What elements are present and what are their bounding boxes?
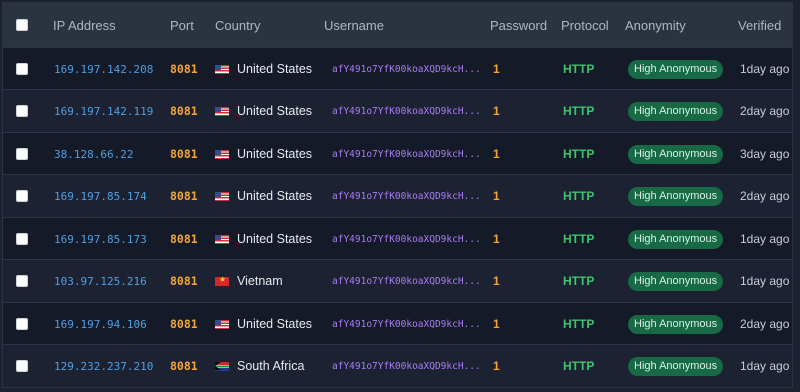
table-row[interactable]: 129.232.237.210 8081 South Africa afY491o7Y… bbox=[3, 344, 792, 387]
ip-address[interactable]: 169.197.142.119 bbox=[54, 105, 153, 118]
us-flag-icon bbox=[215, 319, 229, 329]
password-value[interactable]: 1 bbox=[493, 317, 500, 331]
protocol-value: HTTP bbox=[563, 359, 595, 373]
anonymity-badge: High Anonymous bbox=[628, 59, 724, 79]
ip-address[interactable]: 169.197.142.208 bbox=[54, 63, 153, 76]
port-value: 8081 bbox=[170, 147, 198, 161]
ip-address[interactable]: 169.197.94.106 bbox=[54, 318, 147, 331]
ip-address[interactable]: 169.197.85.174 bbox=[54, 190, 147, 203]
verified-time: 1day ago bbox=[740, 232, 790, 246]
us-flag-icon bbox=[215, 106, 229, 116]
anonymity-badge: High Anonymous bbox=[628, 271, 724, 291]
password-value[interactable]: 1 bbox=[493, 274, 500, 288]
username-value[interactable]: afY491o7YfK00koaXQD9kcH... bbox=[332, 106, 481, 117]
za-flag-icon bbox=[215, 361, 229, 371]
column-header-port[interactable]: Port bbox=[170, 3, 194, 47]
username-value[interactable]: afY491o7YfK00koaXQD9kcH... bbox=[332, 191, 481, 202]
country-name: United States bbox=[237, 104, 313, 118]
us-flag-icon bbox=[215, 191, 229, 201]
country-name: Vietnam bbox=[237, 274, 283, 288]
row-checkbox[interactable] bbox=[16, 318, 28, 330]
port-value: 8081 bbox=[170, 62, 198, 76]
ip-address[interactable]: 103.97.125.216 bbox=[54, 275, 147, 288]
country-name: South Africa bbox=[237, 359, 305, 373]
column-header-username[interactable]: Username bbox=[324, 3, 384, 47]
us-flag-icon bbox=[215, 234, 229, 244]
username-value[interactable]: afY491o7YfK00koaXQD9kcH... bbox=[332, 361, 481, 372]
port-value: 8081 bbox=[170, 232, 198, 246]
us-flag-icon bbox=[215, 64, 229, 74]
password-value[interactable]: 1 bbox=[493, 104, 500, 118]
password-value[interactable]: 1 bbox=[493, 147, 500, 161]
anonymity-badge: High Anonymous bbox=[628, 229, 724, 249]
password-value[interactable]: 1 bbox=[493, 232, 500, 246]
verified-time: 2day ago bbox=[740, 189, 790, 203]
port-value: 8081 bbox=[170, 104, 198, 118]
country-name: United States bbox=[237, 62, 313, 76]
anonymity-badge: High Anonymous bbox=[628, 144, 724, 164]
protocol-value: HTTP bbox=[563, 232, 595, 246]
verified-time: 1day ago bbox=[740, 359, 790, 373]
anonymity-badge: High Anonymous bbox=[628, 186, 724, 206]
username-value[interactable]: afY491o7YfK00koaXQD9kcH... bbox=[332, 234, 481, 245]
verified-time: 2day ago bbox=[740, 317, 790, 331]
protocol-value: HTTP bbox=[563, 62, 595, 76]
protocol-value: HTTP bbox=[563, 317, 595, 331]
column-header-country[interactable]: Country bbox=[215, 3, 261, 47]
column-header-anonymity[interactable]: Anonymity bbox=[625, 3, 686, 47]
row-checkbox[interactable] bbox=[16, 148, 28, 160]
column-header-verified[interactable]: Verified bbox=[738, 3, 781, 47]
password-value[interactable]: 1 bbox=[493, 359, 500, 373]
ip-address[interactable]: 129.232.237.210 bbox=[54, 360, 153, 373]
verified-time: 3day ago bbox=[740, 147, 790, 161]
ip-address[interactable]: 169.197.85.173 bbox=[54, 233, 147, 246]
table-row[interactable]: 38.128.66.22 8081 United States afY491o7YfK… bbox=[3, 132, 792, 175]
country-name: United States bbox=[237, 147, 313, 161]
username-value[interactable]: afY491o7YfK00koaXQD9kcH... bbox=[332, 276, 481, 287]
table-header-row: IP Address Port Country Username Passwor… bbox=[3, 3, 792, 47]
username-value[interactable]: afY491o7YfK00koaXQD9kcH... bbox=[332, 149, 481, 160]
anonymity-badge: High Anonymous bbox=[628, 356, 724, 376]
row-checkbox[interactable] bbox=[16, 190, 28, 202]
country-name: United States bbox=[237, 317, 313, 331]
table-row[interactable]: 169.197.142.119 8081 United States afY491o7… bbox=[3, 89, 792, 132]
country-name: United States bbox=[237, 189, 313, 203]
row-checkbox[interactable] bbox=[16, 63, 28, 75]
table-row[interactable]: 169.197.94.106 8081 United States afY491o7Y… bbox=[3, 302, 792, 345]
table-row[interactable]: 169.197.85.174 8081 United States afY491o7Y… bbox=[3, 174, 792, 217]
column-header-ip[interactable]: IP Address bbox=[53, 3, 116, 47]
verified-time: 1day ago bbox=[740, 62, 790, 76]
proxy-table: IP Address Port Country Username Passwor… bbox=[2, 2, 793, 388]
username-value[interactable]: afY491o7YfK00koaXQD9kcH... bbox=[332, 319, 481, 330]
anonymity-badge: High Anonymous bbox=[628, 101, 724, 121]
row-checkbox[interactable] bbox=[16, 275, 28, 287]
table-row[interactable]: 169.197.142.208 8081 United States afY491o7… bbox=[3, 47, 792, 90]
protocol-value: HTTP bbox=[563, 189, 595, 203]
row-checkbox[interactable] bbox=[16, 233, 28, 245]
protocol-value: HTTP bbox=[563, 274, 595, 288]
port-value: 8081 bbox=[170, 317, 198, 331]
column-header-protocol[interactable]: Protocol bbox=[561, 3, 609, 47]
select-all-checkbox[interactable] bbox=[16, 19, 28, 31]
row-checkbox[interactable] bbox=[16, 105, 28, 117]
anonymity-badge: High Anonymous bbox=[628, 314, 724, 334]
ip-address[interactable]: 38.128.66.22 bbox=[54, 148, 133, 161]
table-row[interactable]: 103.97.125.216 8081 Vietnam afY491o7YfK00ko… bbox=[3, 259, 792, 302]
vn-flag-icon bbox=[215, 274, 229, 286]
row-checkbox[interactable] bbox=[16, 360, 28, 372]
us-flag-icon bbox=[215, 149, 229, 159]
username-value[interactable]: afY491o7YfK00koaXQD9kcH... bbox=[332, 64, 481, 75]
protocol-value: HTTP bbox=[563, 104, 595, 118]
port-value: 8081 bbox=[170, 189, 198, 203]
password-value[interactable]: 1 bbox=[493, 189, 500, 203]
table-row[interactable]: 169.197.85.173 8081 United States afY491o7Y… bbox=[3, 217, 792, 260]
protocol-value: HTTP bbox=[563, 147, 595, 161]
country-name: United States bbox=[237, 232, 313, 246]
verified-time: 1day ago bbox=[740, 274, 790, 288]
password-value[interactable]: 1 bbox=[493, 62, 500, 76]
port-value: 8081 bbox=[170, 359, 198, 373]
verified-time: 2day ago bbox=[740, 104, 790, 118]
column-header-password[interactable]: Password bbox=[490, 3, 547, 47]
port-value: 8081 bbox=[170, 274, 198, 288]
